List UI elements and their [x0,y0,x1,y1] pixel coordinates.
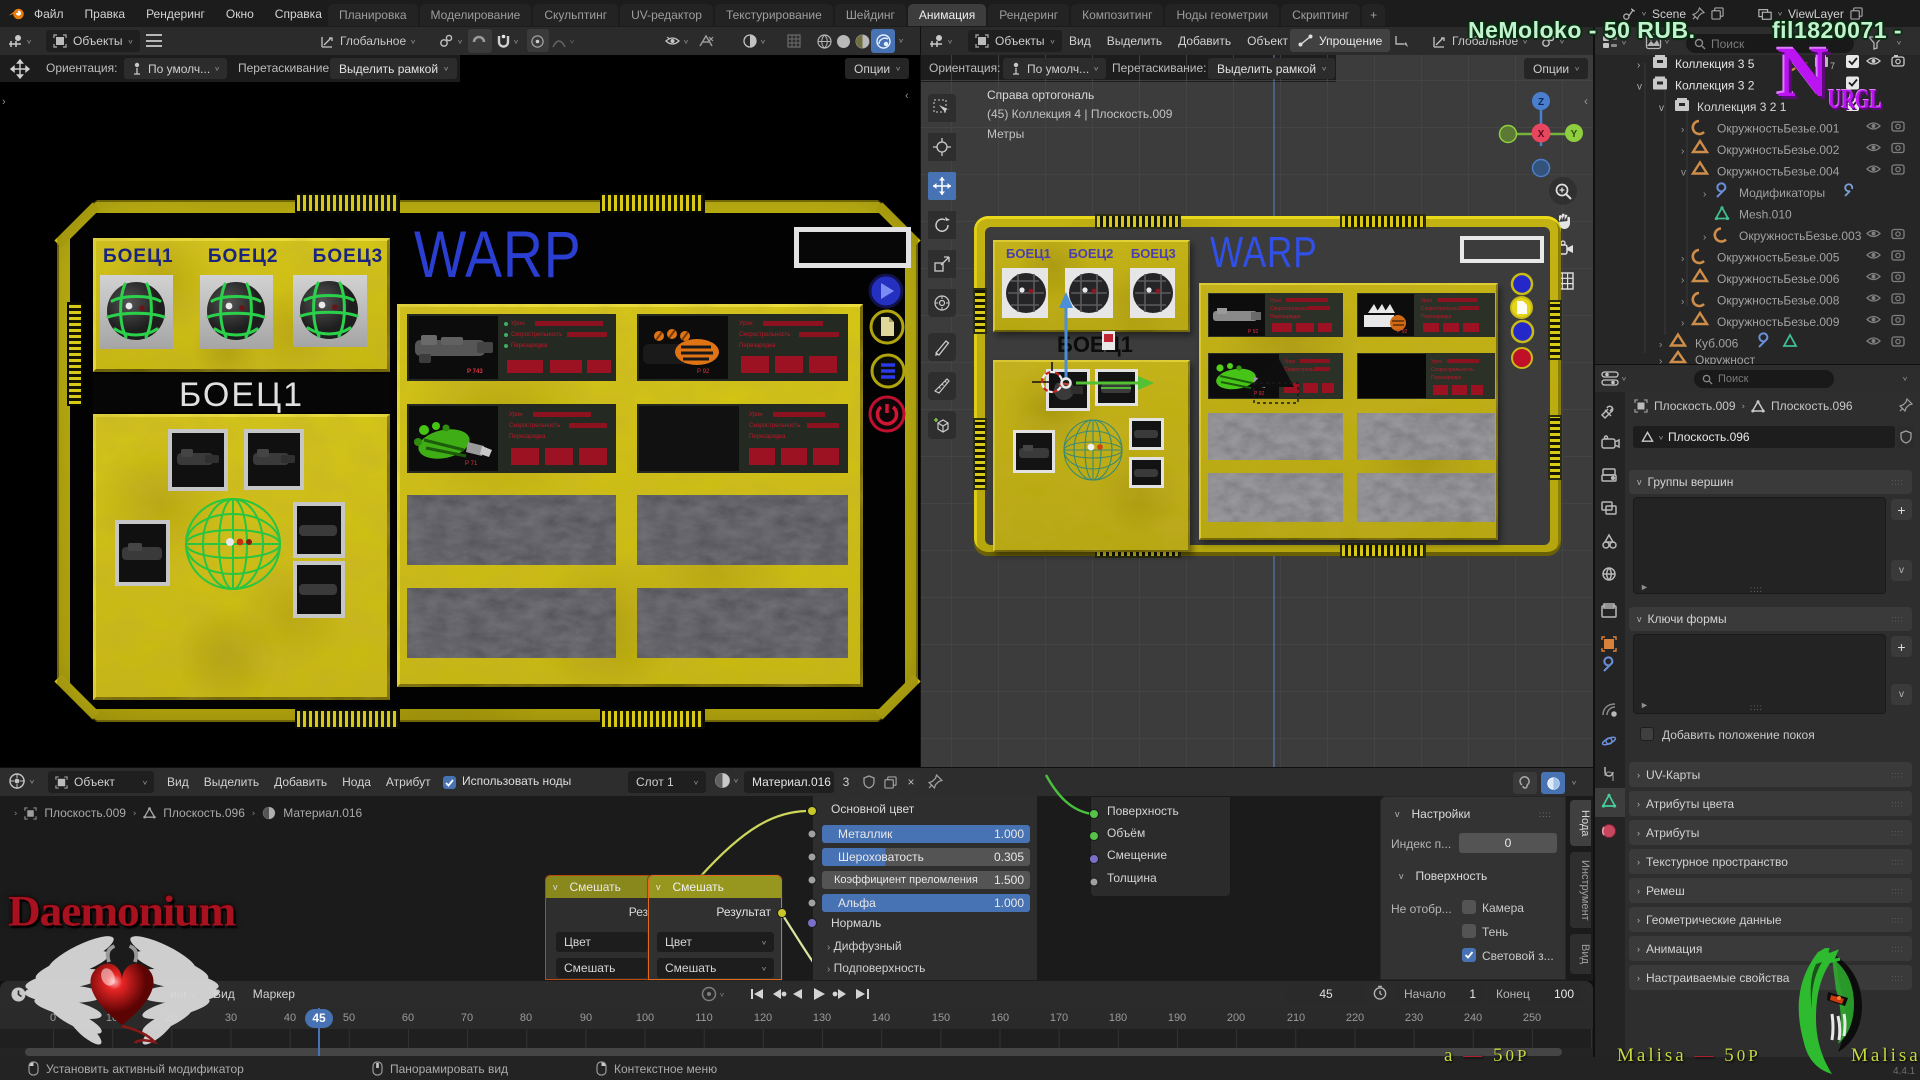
svg-text:Окружност: Окружност [1695,353,1756,364]
svg-text:v: v [1659,103,1664,114]
svg-text:X: X [1538,129,1545,140]
svg-text:ОкружностьБезье.004: ОкружностьБезье.004 [1717,165,1840,179]
svg-text:ОкружностьБезье.003: ОкружностьБезье.003 [1739,229,1862,243]
svg-text:v: v [1681,168,1686,179]
svg-text:Z: Z [1538,97,1544,108]
svg-text:v: v [1637,82,1642,93]
svg-text:Y: Y [1571,129,1578,140]
svg-text:Модификаторы: Модификаторы [1739,186,1825,200]
svg-text:›: › [1681,318,1684,329]
svg-text:Mesh.010: Mesh.010 [1739,208,1792,222]
svg-text:ОкружностьБезье.006: ОкружностьБезье.006 [1717,272,1840,286]
svg-text:Куб.006: Куб.006 [1695,337,1739,351]
svg-text:Коллекция 3 2: Коллекция 3 2 [1675,79,1755,93]
svg-text:ОкружностьБезье.002: ОкружностьБезье.002 [1717,143,1840,157]
svg-text:ОкружностьБезье.005: ОкружностьБезье.005 [1717,251,1840,265]
svg-text:7: 7 [1830,61,1835,71]
svg-text:Коллекция 3 2 1: Коллекция 3 2 1 [1697,100,1787,114]
svg-text:ОкружностьБезье.001: ОкружностьБезье.001 [1717,122,1840,136]
svg-text:ОкружностьБезье.008: ОкружностьБезье.008 [1717,294,1840,308]
svg-text:›: › [1681,254,1684,265]
svg-text:›: › [1681,275,1684,286]
svg-text:›: › [1703,189,1706,200]
svg-text:›: › [1681,297,1684,308]
svg-text:›: › [1659,340,1662,351]
svg-text:›: › [1681,146,1684,157]
svg-text:›: › [1703,232,1706,243]
svg-text:ОкружностьБезье.009: ОкружностьБезье.009 [1717,315,1840,329]
svg-text:Коллекция 3 5: Коллекция 3 5 [1675,57,1755,71]
svg-text:›: › [1659,356,1662,364]
svg-text:›: › [1637,60,1640,71]
svg-text:›: › [1681,125,1684,136]
